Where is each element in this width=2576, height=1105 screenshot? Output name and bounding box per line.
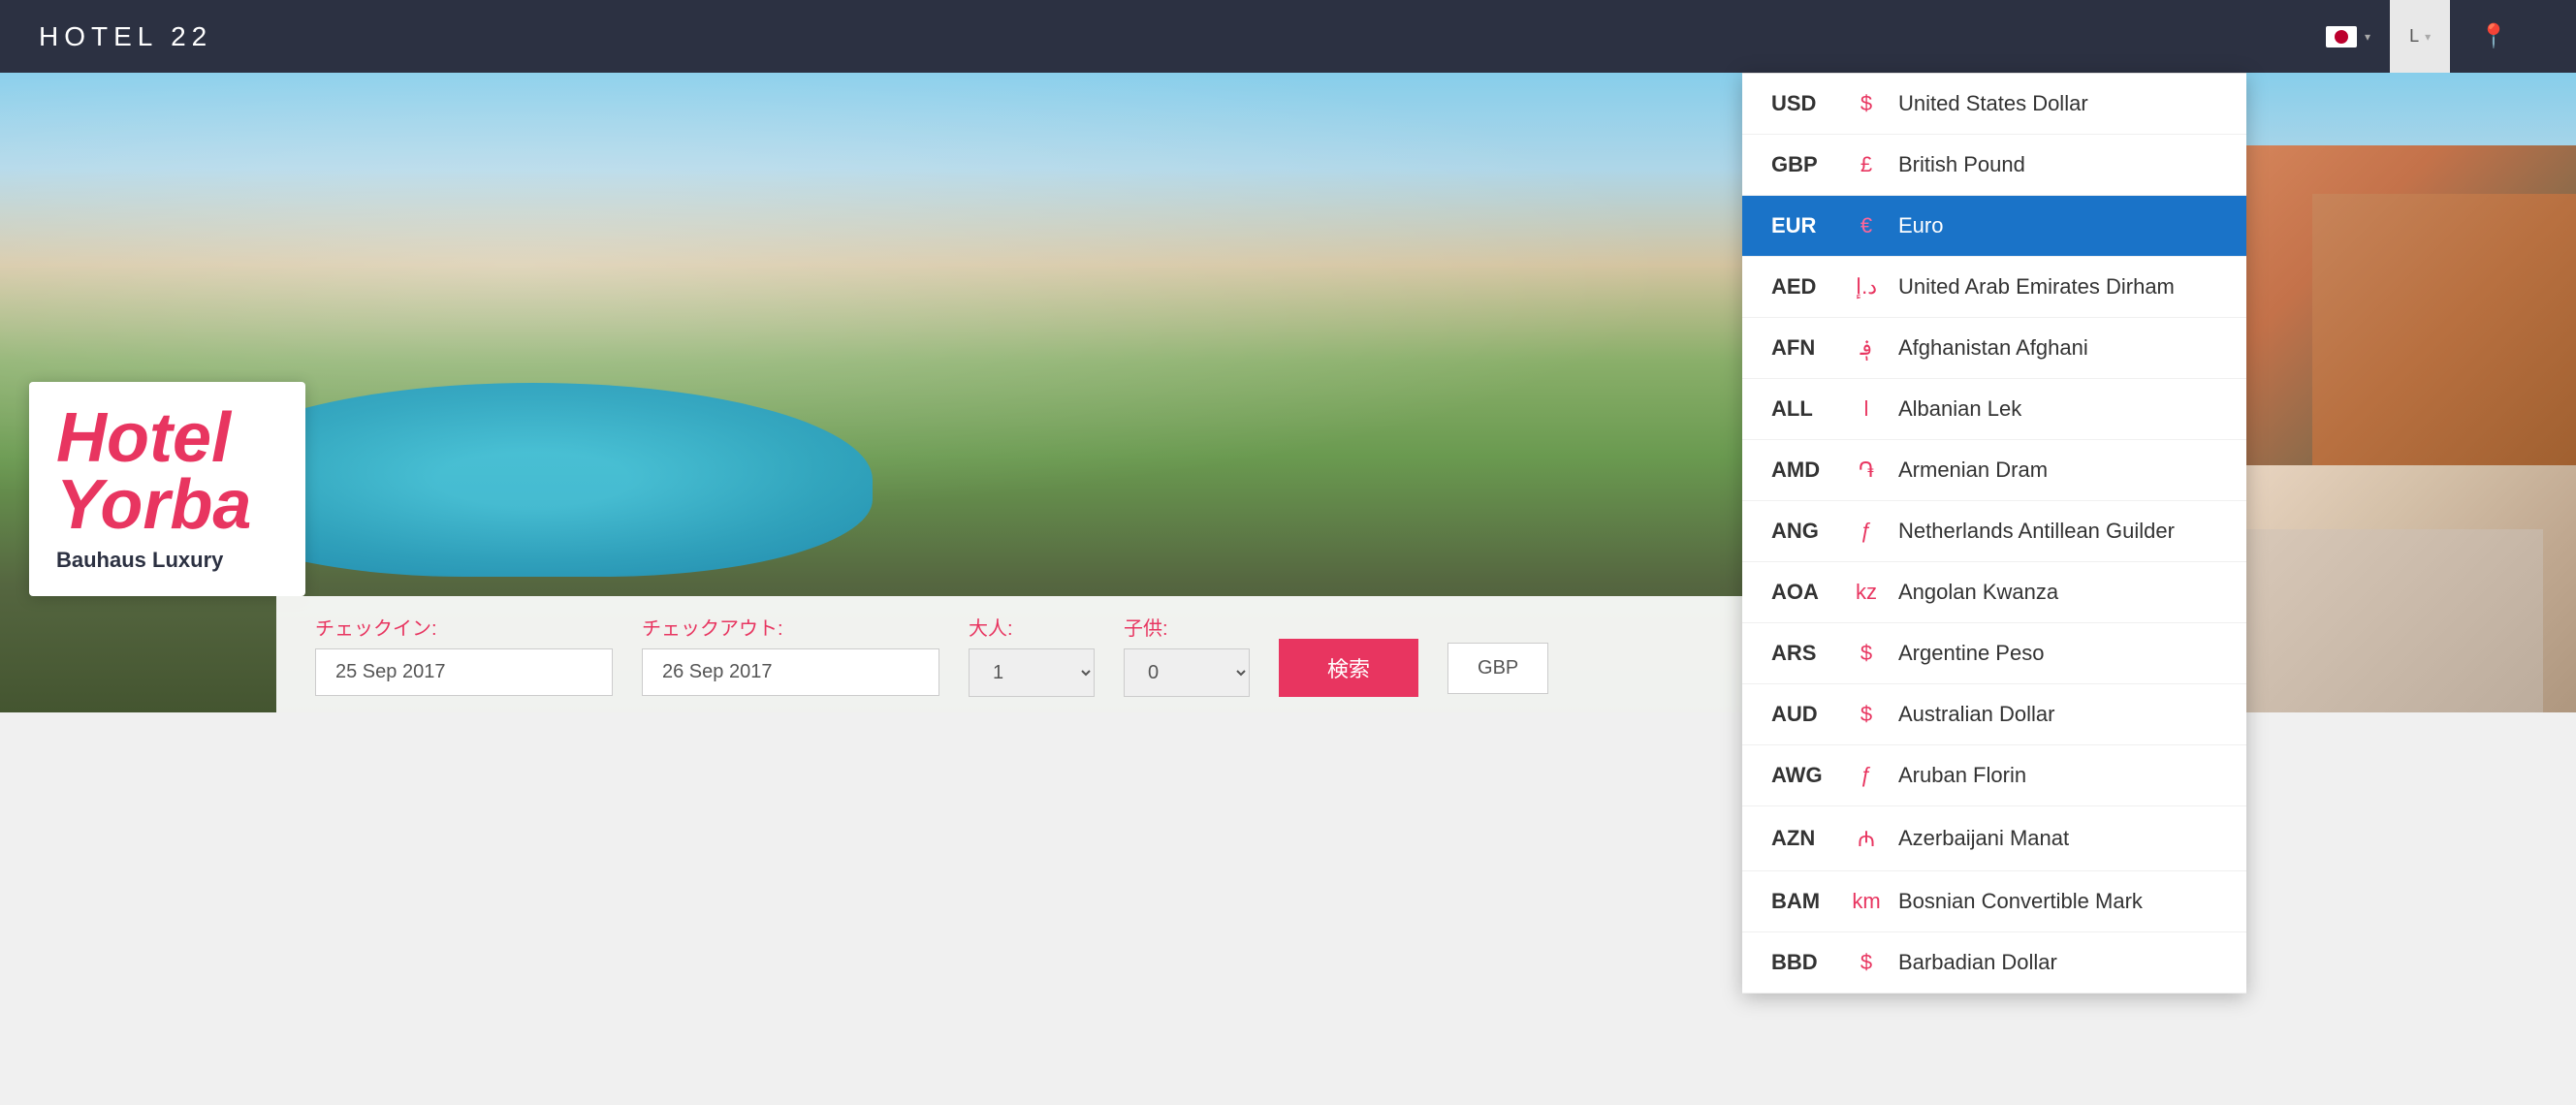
currency-item-amd[interactable]: AMD ֏ Armenian Dram xyxy=(1742,440,2246,501)
currency-symbol-aed: د.إ xyxy=(1852,274,1881,300)
currency-name-ars: Argentine Peso xyxy=(1898,641,2217,666)
currency-item-afn[interactable]: AFN ؋ Afghanistan Afghani xyxy=(1742,318,2246,379)
currency-code-all: ALL xyxy=(1771,396,1834,422)
checkin-label: チェックイン: xyxy=(315,613,613,641)
currency-symbol-ang: ƒ xyxy=(1852,519,1881,544)
adults-label: 大人: xyxy=(969,613,1095,641)
currency-item-awg[interactable]: AWG ƒ Aruban Florin xyxy=(1742,745,2246,806)
currency-name-all: Albanian Lek xyxy=(1898,396,2217,422)
site-logo: HOTEL 22 xyxy=(39,21,212,52)
currency-code-ang: ANG xyxy=(1771,519,1834,544)
currency-item-bam[interactable]: BAM km Bosnian Convertible Mark xyxy=(1742,871,2246,932)
lang-label: L xyxy=(2409,26,2419,47)
currency-item-aud[interactable]: AUD $ Australian Dollar xyxy=(1742,684,2246,745)
currency-name-aed: United Arab Emirates Dirham xyxy=(1898,274,2217,300)
currency-dropdown: USD $ United States Dollar GBP £ British… xyxy=(1742,73,2246,994)
children-label: 子供: xyxy=(1124,613,1250,641)
hotel-info-card: Hotel Yorba Bauhaus Luxury xyxy=(29,382,305,596)
currency-symbol-bam: km xyxy=(1852,889,1881,914)
checkout-field: チェックアウト: xyxy=(642,613,939,696)
currency-symbol-amd: ֏ xyxy=(1852,458,1881,483)
hotel-subtitle: Bauhaus Luxury xyxy=(56,548,278,573)
currency-name-aud: Australian Dollar xyxy=(1898,702,2217,727)
currency-name-ang: Netherlands Antillean Guilder xyxy=(1898,519,2217,544)
checkout-label: チェックアウト: xyxy=(642,613,939,641)
header: HOTEL 22 ▾ L ▾ 📍 xyxy=(0,0,2576,73)
gbp-button[interactable]: GBP xyxy=(1447,643,1548,694)
currency-code-bam: BAM xyxy=(1771,889,1834,914)
currency-code-gbp: GBP xyxy=(1771,152,1834,177)
currency-symbol-gbp: £ xyxy=(1852,152,1881,177)
currency-code-eur: EUR xyxy=(1771,213,1834,238)
currency-name-gbp: British Pound xyxy=(1898,152,2217,177)
currency-code-aed: AED xyxy=(1771,274,1834,300)
currency-symbol-aud: $ xyxy=(1852,702,1881,727)
currency-symbol-bbd: $ xyxy=(1852,950,1881,975)
checkin-input[interactable] xyxy=(315,648,613,696)
currency-item-ang[interactable]: ANG ƒ Netherlands Antillean Guilder xyxy=(1742,501,2246,562)
adults-select[interactable]: 1 2 3 4 xyxy=(969,648,1095,697)
currency-code-amd: AMD xyxy=(1771,458,1834,483)
flag-chevron-icon: ▾ xyxy=(2365,30,2370,44)
currency-item-aed[interactable]: AED د.إ United Arab Emirates Dirham xyxy=(1742,257,2246,318)
search-button[interactable]: 検索 xyxy=(1279,639,1418,697)
adults-field: 大人: 1 2 3 4 xyxy=(969,613,1095,697)
children-select[interactable]: 0 1 2 3 xyxy=(1124,648,1250,697)
currency-symbol-usd: $ xyxy=(1852,91,1881,116)
currency-code-ars: ARS xyxy=(1771,641,1834,666)
currency-item-eur[interactable]: EUR € Euro xyxy=(1742,196,2246,257)
right-image-panel xyxy=(2246,145,2576,712)
currency-code-aud: AUD xyxy=(1771,702,1834,727)
currency-name-usd: United States Dollar xyxy=(1898,91,2217,116)
location-button[interactable]: 📍 xyxy=(2450,13,2537,60)
location-icon: 📍 xyxy=(2479,23,2508,49)
currency-symbol-aoa: kz xyxy=(1852,580,1881,605)
currency-item-ars[interactable]: ARS $ Argentine Peso xyxy=(1742,623,2246,684)
currency-symbol-azn: ₼ xyxy=(1852,824,1881,853)
currency-item-aoa[interactable]: AOA kz Angolan Kwanza xyxy=(1742,562,2246,623)
currency-code-usd: USD xyxy=(1771,91,1834,116)
currency-name-azn: Azerbaijani Manat xyxy=(1898,826,2217,851)
children-field: 子供: 0 1 2 3 xyxy=(1124,613,1250,697)
building-top xyxy=(2312,194,2576,466)
right-image-bottom xyxy=(2246,465,2576,712)
currency-name-amd: Armenian Dram xyxy=(1898,458,2217,483)
currency-item-all[interactable]: ALL l Albanian Lek xyxy=(1742,379,2246,440)
right-image-top xyxy=(2246,145,2576,465)
hotel-name: Hotel Yorba xyxy=(56,405,278,538)
currency-name-bbd: Barbadian Dollar xyxy=(1898,950,2217,975)
language-flag-button[interactable]: ▾ xyxy=(2306,16,2390,57)
currency-symbol-afn: ؋ xyxy=(1852,335,1881,361)
currency-code-afn: AFN xyxy=(1771,335,1834,361)
currency-name-awg: Aruban Florin xyxy=(1898,763,2217,788)
currency-name-afn: Afghanistan Afghani xyxy=(1898,335,2217,361)
currency-symbol-all: l xyxy=(1852,396,1881,422)
japan-flag-icon xyxy=(2326,26,2357,47)
hotel-name-line2: Yorba xyxy=(56,466,251,544)
currency-symbol-ars: $ xyxy=(1852,641,1881,666)
checkin-field: チェックイン: xyxy=(315,613,613,696)
currency-code-awg: AWG xyxy=(1771,763,1834,788)
language-selector-button[interactable]: L ▾ xyxy=(2390,0,2450,73)
currency-symbol-awg: ƒ xyxy=(1852,763,1881,788)
currency-item-usd[interactable]: USD $ United States Dollar xyxy=(1742,74,2246,135)
header-right-controls: ▾ L ▾ 📍 xyxy=(2306,0,2537,73)
currency-code-bbd: BBD xyxy=(1771,950,1834,975)
currency-code-aoa: AOA xyxy=(1771,580,1834,605)
currency-item-bbd[interactable]: BBD $ Barbadian Dollar xyxy=(1742,932,2246,994)
currency-code-azn: AZN xyxy=(1771,826,1834,851)
currency-name-bam: Bosnian Convertible Mark xyxy=(1898,889,2217,914)
currency-item-gbp[interactable]: GBP £ British Pound xyxy=(1742,135,2246,196)
lang-chevron-icon: ▾ xyxy=(2425,30,2431,44)
checkout-input[interactable] xyxy=(642,648,939,696)
currency-symbol-eur: € xyxy=(1852,213,1881,238)
currency-name-aoa: Angolan Kwanza xyxy=(1898,580,2217,605)
currency-name-eur: Euro xyxy=(1898,213,2217,238)
currency-item-azn[interactable]: AZN ₼ Azerbaijani Manat xyxy=(1742,806,2246,871)
building-bottom xyxy=(2246,529,2543,712)
